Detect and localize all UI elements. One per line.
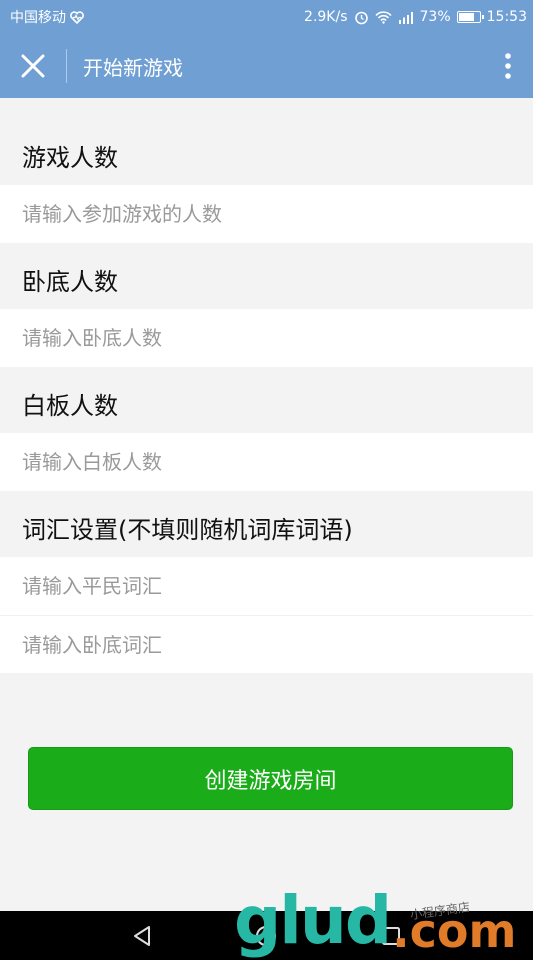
signal-icon — [398, 11, 414, 24]
clock: 15:53 — [486, 9, 527, 25]
alarm-icon — [354, 10, 369, 25]
undercover-count-input[interactable] — [22, 326, 502, 350]
players-input[interactable] — [22, 202, 502, 226]
close-button[interactable] — [0, 34, 66, 98]
blank-section-title: 白板人数 — [0, 367, 533, 433]
more-button[interactable] — [483, 34, 533, 98]
close-icon — [21, 54, 45, 78]
back-triangle-icon — [134, 925, 151, 946]
blank-count-input[interactable] — [22, 450, 502, 474]
page-title: 开始新游戏 — [83, 55, 183, 80]
recents-square-icon — [381, 926, 400, 945]
undercover-field — [0, 309, 533, 367]
battery-icon — [456, 11, 484, 23]
app-header: 开始新游戏 — [0, 34, 533, 98]
battery-percent: 73% — [419, 9, 451, 25]
status-bar: 中国移动 2.9K/s 73% 15:53 — [0, 0, 533, 34]
home-circle-icon — [256, 925, 277, 946]
players-section-title: 游戏人数 — [0, 98, 533, 185]
home-button[interactable] — [246, 916, 286, 956]
players-field — [0, 185, 533, 243]
recents-button[interactable] — [371, 916, 411, 956]
carrier-label: 中国移动 — [10, 10, 66, 26]
civilian-word-field — [0, 557, 533, 615]
create-room-button[interactable]: 创建游戏房间 — [28, 747, 513, 810]
undercover-word-field — [0, 615, 533, 673]
header-divider — [66, 49, 67, 83]
undercover-section-title: 卧底人数 — [0, 243, 533, 309]
wifi-icon — [374, 10, 392, 24]
system-navigation-bar — [0, 911, 533, 960]
back-button[interactable] — [122, 916, 162, 956]
more-vertical-icon — [505, 53, 511, 79]
blank-field — [0, 433, 533, 491]
heart-health-icon — [70, 10, 84, 24]
game-setup-form: 游戏人数 卧底人数 白板人数 词汇设置(不填则随机词库词语) — [0, 98, 533, 673]
words-section-title: 词汇设置(不填则随机词库词语) — [0, 491, 533, 557]
network-speed: 2.9K/s — [304, 9, 348, 25]
civilian-word-input[interactable] — [22, 574, 502, 598]
undercover-word-input[interactable] — [22, 632, 502, 657]
